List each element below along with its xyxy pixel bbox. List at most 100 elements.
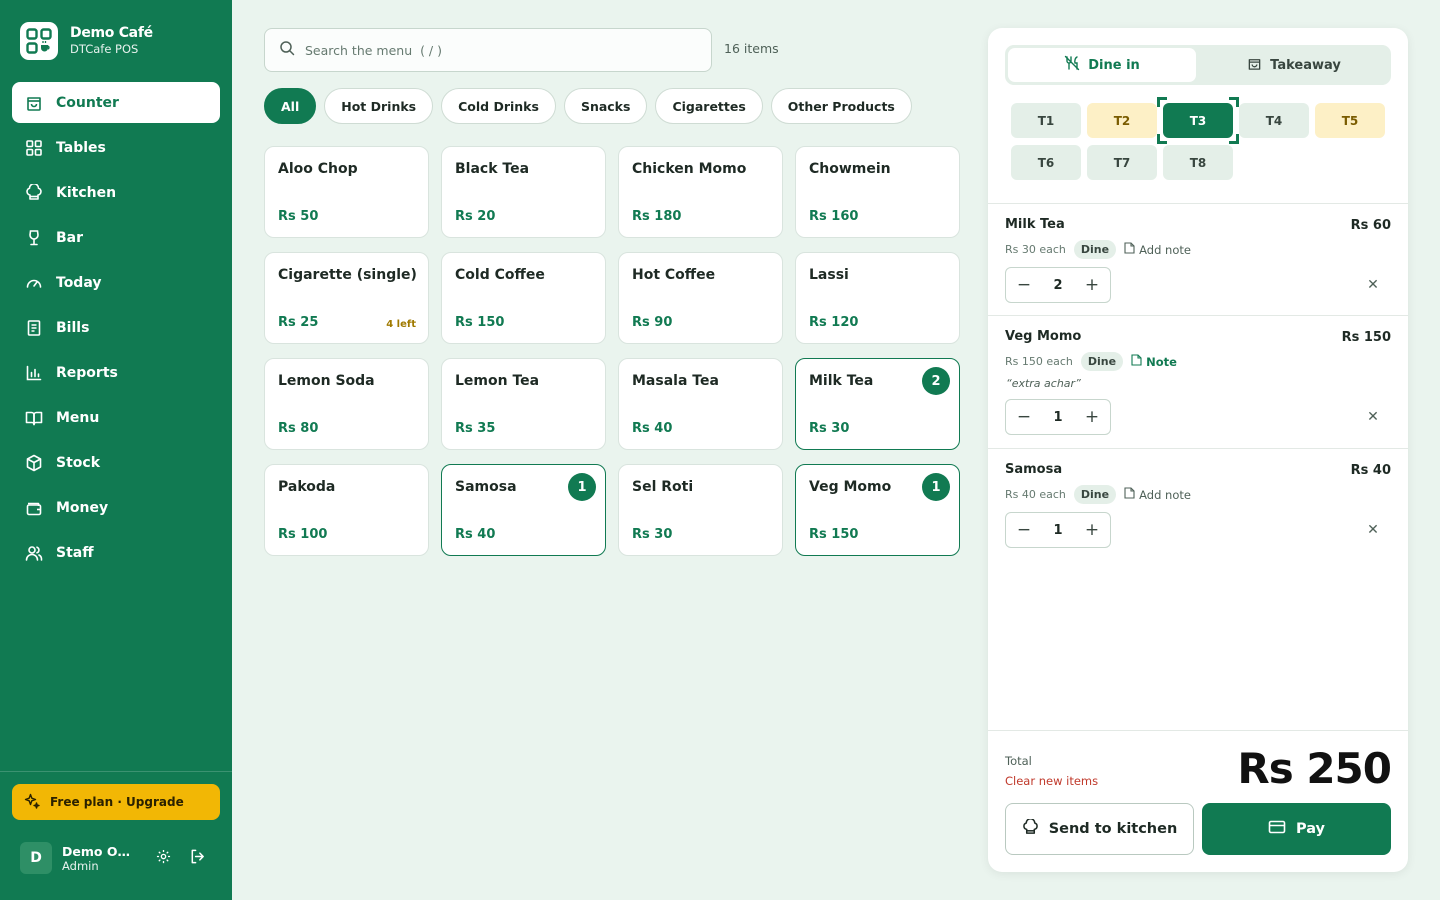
sidebar-item-money[interactable]: Money [12,487,220,528]
menu-item-name: Lemon Soda [278,373,375,389]
close-icon: ✕ [1367,409,1379,425]
menu-item-card[interactable]: Milk Tea Rs 30 2 [795,358,960,450]
clear-new-items-button[interactable]: Clear new items [1005,774,1098,788]
menu-item-card[interactable]: Chicken Momo Rs 180 [618,146,783,238]
menu-item-card[interactable]: Samosa Rs 40 1 [441,464,606,556]
sidebar-item-menu[interactable]: Menu [12,397,220,438]
decrease-button[interactable]: − [1006,513,1042,547]
category-all[interactable]: All [264,88,317,124]
avatar: D [20,842,52,874]
table-t1[interactable]: T1 [1011,103,1081,138]
box-icon [24,453,44,473]
dine-in-button[interactable]: Dine in [1008,48,1196,82]
table-t4[interactable]: T4 [1239,103,1309,138]
increase-button[interactable]: + [1074,513,1110,547]
menu-item-card[interactable]: Pakoda Rs 100 [264,464,429,556]
increase-button[interactable]: + [1074,400,1110,434]
takeaway-button[interactable]: Takeaway [1200,48,1388,82]
category-cigarettes[interactable]: Cigarettes [655,88,763,124]
edit-note-button[interactable]: Note [1131,354,1177,369]
remove-line-button[interactable]: ✕ [1361,273,1385,297]
settings-button[interactable] [152,847,174,869]
sidebar-item-counter[interactable]: Counter [12,82,220,123]
category-cold-drinks[interactable]: Cold Drinks [441,88,556,124]
menu-item-price: Rs 30 [809,421,850,436]
table-t3[interactable]: T3 [1163,103,1233,138]
sidebar-item-label: Today [56,274,102,291]
remove-line-button[interactable]: ✕ [1361,518,1385,542]
menu-item-name: Cold Coffee [455,267,545,283]
menu-item-card[interactable]: Masala Tea Rs 40 [618,358,783,450]
menu-item-card[interactable]: Veg Momo Rs 150 1 [795,464,960,556]
order-line-name: Milk Tea [1005,217,1065,232]
category-hot-drinks[interactable]: Hot Drinks [324,88,434,124]
menu-item-name: Lemon Tea [455,373,540,389]
gauge-icon [24,273,44,293]
sidebar-item-bar[interactable]: Bar [12,217,220,258]
selection-corner [1229,134,1239,144]
category-snacks[interactable]: Snacks [563,88,648,124]
sidebar-item-bills[interactable]: Bills [12,307,220,348]
table-t5[interactable]: T5 [1315,103,1385,138]
send-to-kitchen-button[interactable]: Send to kitchen [1005,803,1194,855]
note-icon [1131,354,1142,369]
sidebar-item-kitchen[interactable]: Kitchen [12,172,220,213]
table-t2[interactable]: T2 [1087,103,1157,138]
qr-cafe-logo-icon [20,22,58,60]
user-role: Admin [62,858,99,873]
order-total: Rs 250 [1237,744,1392,793]
dine-tag[interactable]: Dine [1073,485,1117,504]
table-t7[interactable]: T7 [1087,145,1157,180]
menu-item-card[interactable]: Chowmein Rs 160 [795,146,960,238]
sidebar-item-label: Kitchen [56,184,117,201]
increase-button[interactable]: + [1074,268,1110,302]
takeaway-label: Takeaway [1270,57,1341,73]
add-note-button[interactable]: Add note [1124,487,1191,502]
brand-name: Demo Café [70,25,153,41]
divider [988,730,1408,731]
minus-icon: − [1016,275,1032,295]
menu-item-card[interactable]: Black Tea Rs 20 [441,146,606,238]
sparkles-icon [24,793,40,812]
menu-item-card[interactable]: Lemon Soda Rs 80 [264,358,429,450]
table-t8[interactable]: T8 [1163,145,1233,180]
menu-item-card[interactable]: Aloo Chop Rs 50 [264,146,429,238]
menu-item-card[interactable]: Cold Coffee Rs 150 [441,252,606,344]
gear-icon [156,849,171,868]
shopping-bag-icon [24,93,44,113]
menu-item-card[interactable]: Hot Coffee Rs 90 [618,252,783,344]
menu-item-card[interactable]: Sel Roti Rs 30 [618,464,783,556]
quantity-value: 1 [1053,522,1063,538]
sidebar-item-stock[interactable]: Stock [12,442,220,483]
menu-item-price: Rs 80 [278,421,319,436]
add-note-label: Add note [1139,242,1191,257]
menu-item-card[interactable]: Lemon Tea Rs 35 [441,358,606,450]
sidebar-item-label: Tables [56,139,106,156]
grid-icon [24,138,44,158]
decrease-button[interactable]: − [1006,400,1042,434]
sidebar-item-staff[interactable]: Staff [12,532,220,573]
remove-line-button[interactable]: ✕ [1361,405,1385,429]
sidebar-item-tables[interactable]: Tables [12,127,220,168]
dine-tag[interactable]: Dine [1073,240,1117,259]
dine-tag[interactable]: Dine [1080,352,1124,371]
category-other-products[interactable]: Other Products [770,88,912,124]
menu-item-price: Rs 180 [632,209,682,224]
sidebar-item-label: Money [56,499,109,516]
menu-item-card[interactable]: Lassi Rs 120 [795,252,960,344]
logout-button[interactable] [186,847,208,869]
sidebar-item-today[interactable]: Today [12,262,220,303]
close-icon: ✕ [1367,277,1379,293]
sidebar-item-reports[interactable]: Reports [12,352,220,393]
menu-item-card[interactable]: Cigarette (single) Rs 25 4 left [264,252,429,344]
add-note-button[interactable]: Add note [1124,242,1191,257]
brand[interactable]: Demo Café DTCafe POS [20,22,153,60]
upgrade-button[interactable]: Free plan · Upgrade [12,784,220,820]
search-input[interactable] [305,42,685,58]
table-t6[interactable]: T6 [1011,145,1081,180]
pay-button[interactable]: Pay [1202,803,1391,855]
quantity-badge: 2 [922,367,950,395]
decrease-button[interactable]: − [1006,268,1042,302]
menu-item-price: Rs 100 [278,527,328,542]
utensils-off-icon [1064,55,1080,75]
